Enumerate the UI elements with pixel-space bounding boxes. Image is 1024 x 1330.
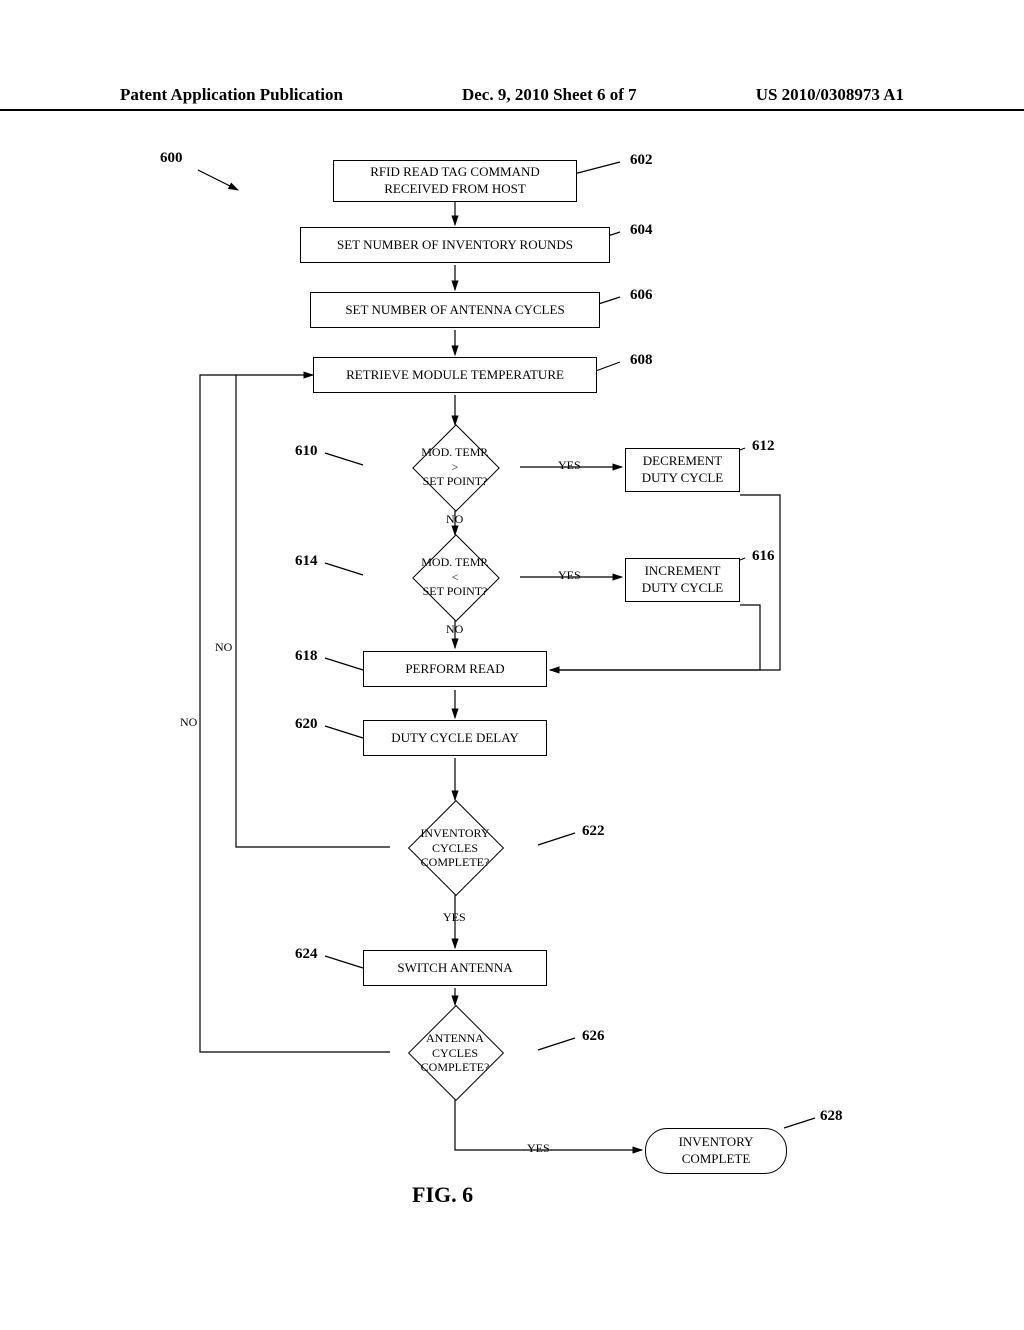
page-header: Patent Application Publication Dec. 9, 2… — [0, 85, 1024, 111]
ref-600: 600 — [160, 150, 183, 167]
ref-614: 614 — [295, 553, 318, 570]
edge-614-no: NO — [446, 622, 463, 637]
terminator-628: INVENTORY COMPLETE — [645, 1128, 787, 1174]
edge-610-yes: YES — [558, 458, 581, 473]
ref-628: 628 — [820, 1108, 843, 1125]
edge-622-no: NO — [215, 640, 232, 655]
ref-612: 612 — [752, 438, 775, 455]
header-right: US 2010/0308973 A1 — [756, 85, 904, 105]
ref-610: 610 — [295, 443, 318, 460]
ref-624: 624 — [295, 946, 318, 963]
box-616: INCREMENT DUTY CYCLE — [625, 558, 740, 602]
ref-616: 616 — [752, 548, 775, 565]
box-606: SET NUMBER OF ANTENNA CYCLES — [310, 292, 600, 328]
box-608: RETRIEVE MODULE TEMPERATURE — [313, 357, 597, 393]
ref-618: 618 — [295, 648, 318, 665]
header-center: Dec. 9, 2010 Sheet 6 of 7 — [462, 85, 637, 105]
edge-626-yes: YES — [527, 1141, 550, 1156]
ref-620: 620 — [295, 716, 318, 733]
edge-626-no: NO — [180, 715, 197, 730]
box-624: SWITCH ANTENNA — [363, 950, 547, 986]
header-left: Patent Application Publication — [120, 85, 343, 105]
ref-622: 622 — [582, 823, 605, 840]
edge-622-yes: YES — [443, 910, 466, 925]
ref-602: 602 — [630, 152, 653, 169]
figure-label: FIG. 6 — [412, 1182, 473, 1208]
box-604: SET NUMBER OF INVENTORY ROUNDS — [300, 227, 610, 263]
box-602: RFID READ TAG COMMAND RECEIVED FROM HOST — [333, 160, 577, 202]
ref-626: 626 — [582, 1028, 605, 1045]
edge-614-yes: YES — [558, 568, 581, 583]
edge-610-no: NO — [446, 512, 463, 527]
box-620: DUTY CYCLE DELAY — [363, 720, 547, 756]
ref-608: 608 — [630, 352, 653, 369]
ref-604: 604 — [630, 222, 653, 239]
ref-606: 606 — [630, 287, 653, 304]
box-618: PERFORM READ — [363, 651, 547, 687]
box-612: DECREMENT DUTY CYCLE — [625, 448, 740, 492]
